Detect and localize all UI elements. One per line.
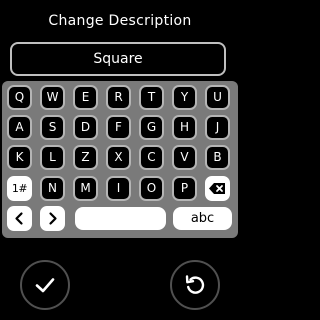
check-icon bbox=[35, 278, 55, 293]
key-d[interactable]: D bbox=[73, 115, 98, 140]
cursor-left-button[interactable] bbox=[7, 206, 32, 231]
key-r[interactable]: R bbox=[106, 85, 131, 110]
chevron-left-icon bbox=[15, 212, 23, 225]
key-o[interactable]: O bbox=[139, 176, 164, 201]
key-numbers-toggle[interactable]: 1# bbox=[7, 176, 32, 201]
cursor-right-button[interactable] bbox=[40, 206, 65, 231]
key-n[interactable]: N bbox=[40, 176, 65, 201]
key-b[interactable]: B bbox=[205, 145, 230, 170]
key-q[interactable]: Q bbox=[7, 85, 32, 110]
reset-button[interactable] bbox=[170, 260, 220, 310]
key-m[interactable]: M bbox=[73, 176, 98, 201]
key-j[interactable]: J bbox=[205, 115, 230, 140]
abc-mode-key[interactable]: abc bbox=[173, 207, 232, 230]
key-k[interactable]: K bbox=[7, 145, 32, 170]
key-y[interactable]: Y bbox=[172, 85, 197, 110]
key-a[interactable]: A bbox=[7, 115, 32, 140]
key-w[interactable]: W bbox=[40, 85, 65, 110]
key-t[interactable]: T bbox=[139, 85, 164, 110]
key-i[interactable]: I bbox=[106, 176, 131, 201]
undo-icon bbox=[185, 275, 205, 294]
key-c[interactable]: C bbox=[139, 145, 164, 170]
key-s[interactable]: S bbox=[40, 115, 65, 140]
space-key[interactable] bbox=[75, 207, 166, 230]
chevron-right-icon bbox=[49, 212, 57, 225]
key-l[interactable]: L bbox=[40, 145, 65, 170]
key-p[interactable]: P bbox=[172, 176, 197, 201]
key-e[interactable]: E bbox=[73, 85, 98, 110]
confirm-button[interactable] bbox=[20, 260, 70, 310]
key-g[interactable]: G bbox=[139, 115, 164, 140]
backspace-icon bbox=[209, 183, 225, 194]
key-f[interactable]: F bbox=[106, 115, 131, 140]
key-v[interactable]: V bbox=[172, 145, 197, 170]
description-input[interactable]: Square bbox=[10, 42, 226, 76]
key-backspace[interactable] bbox=[205, 176, 230, 201]
key-h[interactable]: H bbox=[172, 115, 197, 140]
page-title: Change Description bbox=[48, 13, 192, 29]
key-u[interactable]: U bbox=[205, 85, 230, 110]
key-z[interactable]: Z bbox=[73, 145, 98, 170]
key-x[interactable]: X bbox=[106, 145, 131, 170]
